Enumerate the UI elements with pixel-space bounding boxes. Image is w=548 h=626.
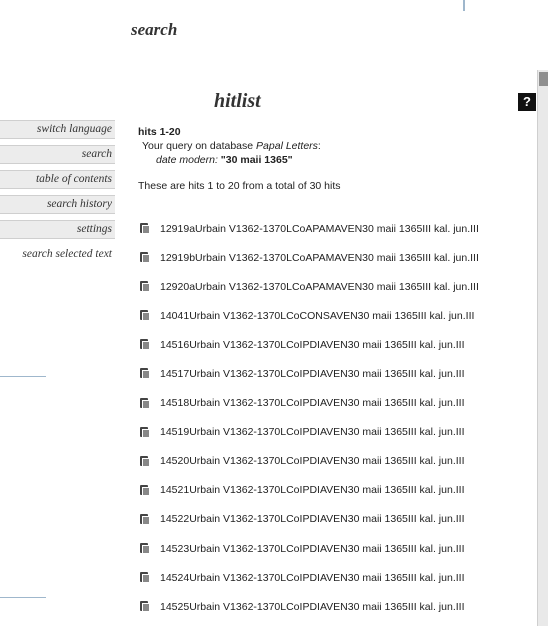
divider-left-upper: [0, 376, 46, 377]
query-suffix: :: [317, 140, 321, 152]
criteria-value: "30 maii 1365": [220, 154, 293, 166]
sidebar-item-settings[interactable]: settings: [0, 220, 115, 239]
hit-text[interactable]: 14517Urbain V1362-1370LCoIPDIAVEN30 maii…: [160, 368, 465, 380]
hits-summary: These are hits 1 to 20 from a total of 3…: [138, 180, 341, 192]
document-icon[interactable]: [140, 601, 150, 613]
hit-row[interactable]: 14522Urbain V1362-1370LCoIPDIAVEN30 maii…: [140, 510, 530, 529]
query-description: Your query on database Papal Letters:: [138, 139, 528, 153]
sidebar-item-search-selected-text[interactable]: search selected text: [0, 245, 115, 264]
sidebar-nav: switch language search table of contents…: [0, 120, 115, 270]
hit-row[interactable]: 14516Urbain V1362-1370LCoIPDIAVEN30 maii…: [140, 335, 530, 354]
document-icon[interactable]: [140, 281, 150, 293]
divider-left-lower: [0, 597, 46, 598]
hit-row[interactable]: 14520Urbain V1362-1370LCoIPDIAVEN30 maii…: [140, 452, 530, 471]
document-icon[interactable]: [140, 223, 150, 234]
help-button[interactable]: ?: [518, 93, 536, 111]
hit-row[interactable]: 12919bUrbain V1362-1370LCoAPAMAVEN30 mai…: [140, 248, 530, 267]
document-icon[interactable]: [140, 368, 150, 380]
hit-row[interactable]: 12919aUrbain V1362-1370LCoAPAMAVEN30 mai…: [140, 219, 530, 238]
database-name: Papal Letters: [256, 140, 318, 152]
sidebar-item-search[interactable]: search: [0, 145, 115, 164]
query-prefix: Your query on database: [142, 140, 257, 152]
document-icon[interactable]: [140, 484, 150, 496]
hit-row[interactable]: 14518Urbain V1362-1370LCoIPDIAVEN30 maii…: [140, 394, 530, 413]
hits-range-label: hits 1-20: [138, 126, 181, 138]
hit-text[interactable]: 14525Urbain V1362-1370LCoIPDIAVEN30 maii…: [160, 601, 465, 613]
document-icon[interactable]: [140, 543, 150, 555]
hitlist-heading: hitlist: [214, 90, 261, 112]
document-icon[interactable]: [140, 426, 150, 438]
hit-text[interactable]: 14041Urbain V1362-1370LCoCONSAVEN30 maii…: [160, 310, 474, 322]
sidebar-item-table-of-contents[interactable]: table of contents: [0, 170, 115, 189]
hit-text[interactable]: 14524Urbain V1362-1370LCoIPDIAVEN30 maii…: [160, 572, 465, 584]
hit-row[interactable]: 14524Urbain V1362-1370LCoIPDIAVEN30 maii…: [140, 568, 530, 587]
hit-row[interactable]: 14041Urbain V1362-1370LCoCONSAVEN30 maii…: [140, 306, 530, 325]
hit-text[interactable]: 14519Urbain V1362-1370LCoIPDIAVEN30 maii…: [160, 426, 465, 438]
hit-row[interactable]: 14519Urbain V1362-1370LCoIPDIAVEN30 maii…: [140, 423, 530, 442]
hit-text[interactable]: 14521Urbain V1362-1370LCoIPDIAVEN30 maii…: [160, 484, 465, 496]
query-summary: hits 1-20 Your query on database Papal L…: [138, 125, 528, 193]
divider-top: [463, 0, 465, 11]
sidebar-item-search-history[interactable]: search history: [0, 195, 115, 214]
document-icon[interactable]: [140, 252, 150, 264]
hit-text[interactable]: 12919aUrbain V1362-1370LCoAPAMAVEN30 mai…: [160, 223, 479, 235]
hit-row[interactable]: 14523Urbain V1362-1370LCoIPDIAVEN30 maii…: [140, 539, 530, 558]
hit-text[interactable]: 12920aUrbain V1362-1370LCoAPAMAVEN30 mai…: [160, 281, 479, 293]
document-icon[interactable]: [140, 455, 150, 467]
document-icon[interactable]: [140, 397, 150, 409]
hit-row[interactable]: 14525Urbain V1362-1370LCoIPDIAVEN30 maii…: [140, 597, 530, 616]
document-icon[interactable]: [140, 339, 150, 351]
hit-text[interactable]: 14523Urbain V1362-1370LCoIPDIAVEN30 maii…: [160, 543, 465, 555]
hit-text[interactable]: 14516Urbain V1362-1370LCoIPDIAVEN30 maii…: [160, 339, 465, 351]
hit-text[interactable]: 14520Urbain V1362-1370LCoIPDIAVEN30 maii…: [160, 455, 465, 467]
page-title: search: [131, 20, 178, 39]
vertical-scrollbar[interactable]: [537, 70, 548, 626]
query-criteria: date modern: "30 maii 1365": [138, 153, 528, 167]
hit-text[interactable]: 14518Urbain V1362-1370LCoIPDIAVEN30 maii…: [160, 397, 465, 409]
hit-row[interactable]: 14517Urbain V1362-1370LCoIPDIAVEN30 maii…: [140, 364, 530, 383]
scrollbar-thumb[interactable]: [539, 72, 548, 86]
hit-text[interactable]: 12919bUrbain V1362-1370LCoAPAMAVEN30 mai…: [160, 252, 479, 264]
document-icon[interactable]: [140, 513, 150, 525]
criteria-key: date modern:: [156, 154, 221, 166]
hit-list: 12919aUrbain V1362-1370LCoAPAMAVEN30 mai…: [140, 219, 530, 626]
hit-text[interactable]: 14522Urbain V1362-1370LCoIPDIAVEN30 maii…: [160, 513, 465, 525]
sidebar-item-switch-language[interactable]: switch language: [0, 120, 115, 139]
document-icon[interactable]: [140, 572, 150, 584]
hit-row[interactable]: 12920aUrbain V1362-1370LCoAPAMAVEN30 mai…: [140, 277, 530, 296]
document-icon[interactable]: [140, 310, 150, 322]
hit-row[interactable]: 14521Urbain V1362-1370LCoIPDIAVEN30 maii…: [140, 481, 530, 500]
